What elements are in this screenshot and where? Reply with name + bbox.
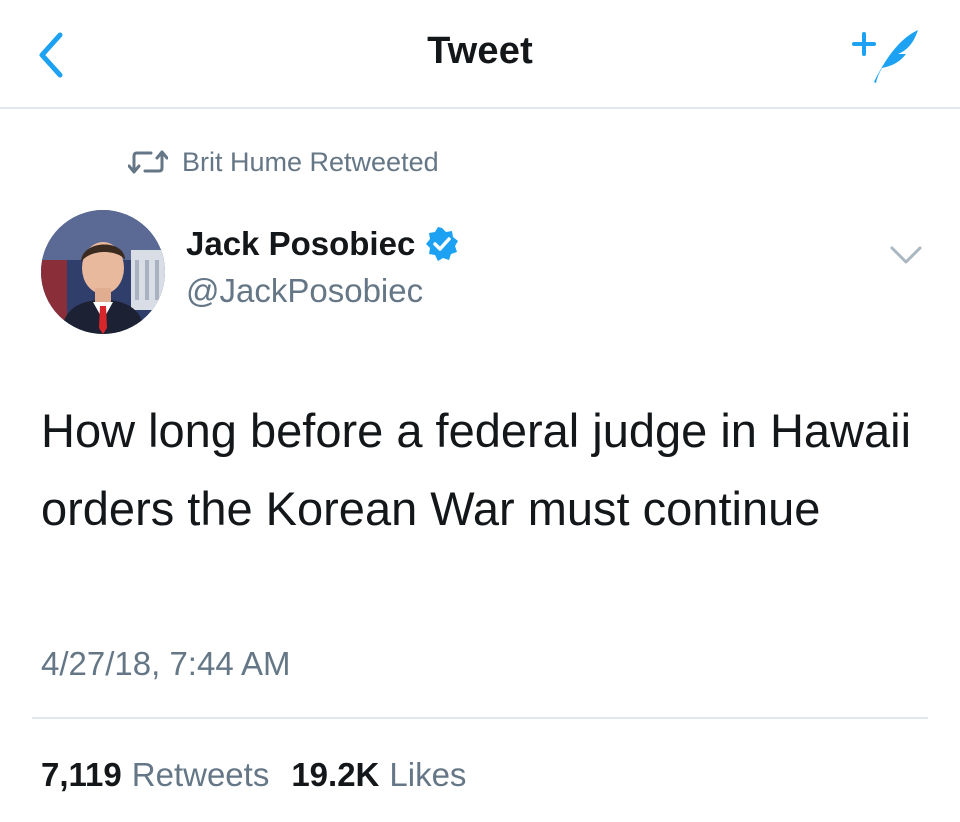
tweet-timestamp: 4/27/18, 7:44 AM bbox=[41, 645, 291, 682]
avatar-image bbox=[41, 210, 165, 334]
tweet-stats: 7,119 Retweets 19.2K Likes bbox=[41, 756, 488, 794]
page-title: Tweet bbox=[427, 30, 533, 72]
tweet-text: How long before a federal judge in Hawai… bbox=[41, 404, 912, 535]
chevron-down-icon[interactable] bbox=[888, 240, 924, 268]
likes-count: 19.2K bbox=[291, 756, 380, 793]
compose-tweet-button[interactable] bbox=[852, 26, 924, 86]
likes-label: Likes bbox=[389, 756, 467, 793]
divider bbox=[32, 717, 928, 719]
retweets-label: Retweets bbox=[131, 756, 270, 793]
author-handle[interactable]: @JackPosobiec bbox=[186, 272, 423, 310]
likes-stat[interactable]: 19.2K Likes bbox=[291, 756, 466, 794]
retweets-stat[interactable]: 7,119 Retweets bbox=[41, 756, 269, 794]
top-navigation-bar: Tweet bbox=[0, 0, 960, 109]
retweeted-by-label: Brit Hume Retweeted bbox=[182, 146, 439, 177]
author-name: Jack Posobiec bbox=[186, 225, 416, 262]
compose-tweet-icon bbox=[852, 30, 918, 83]
author-name-row[interactable]: Jack Posobiec bbox=[186, 225, 459, 263]
avatar[interactable] bbox=[41, 210, 165, 334]
retweet-context[interactable]: Brit Hume Retweeted bbox=[128, 142, 439, 182]
verified-badge-icon bbox=[426, 227, 459, 261]
retweet-icon bbox=[128, 150, 168, 174]
retweets-count: 7,119 bbox=[41, 756, 122, 793]
